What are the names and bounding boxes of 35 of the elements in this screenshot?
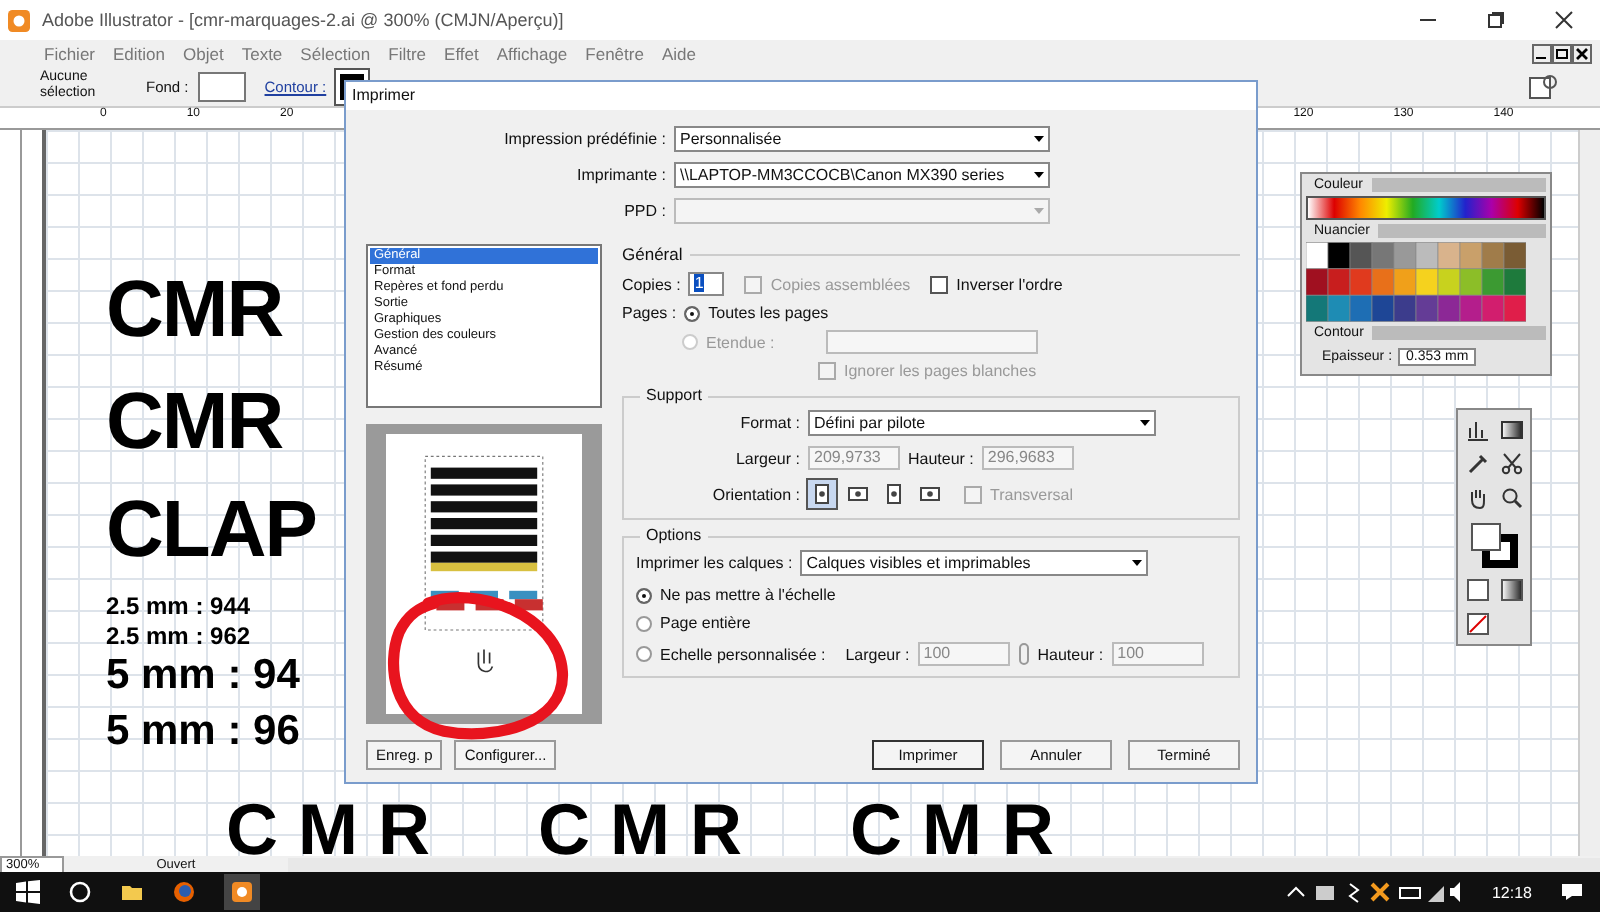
radio-label: Toutes les pages	[708, 304, 829, 322]
width-label: Largeur :	[845, 645, 910, 663]
section-title: Général	[622, 244, 683, 264]
radio-label: Ne pas mettre à l'échelle	[660, 586, 836, 604]
width-label: Largeur :	[733, 449, 800, 467]
height-label: Hauteur :	[1037, 645, 1104, 663]
radio-label: Page entière	[660, 614, 751, 632]
window-title: Adobe Illustrator - [cmr-marquages-2.ai @ 300% (CMJN/Aperçu)]	[42, 10, 564, 30]
radio-label: Etendue :	[706, 333, 777, 351]
pages-label: Pages :	[622, 304, 677, 322]
field-label: Impression prédéfinie :	[502, 130, 666, 148]
group-title: Support	[640, 386, 709, 404]
artboard-text: CMR	[106, 270, 283, 350]
group-title: Options	[640, 526, 708, 544]
height-label: Hauteur :	[908, 449, 974, 467]
checkbox-label: Ignorer les pages blanches	[844, 362, 1037, 380]
checkbox-label: Copies assemblées	[770, 275, 911, 293]
artboard-text: CLAP	[106, 490, 316, 570]
clock: 12:18	[1491, 883, 1532, 901]
artboard-text: 5 mm : 96	[106, 710, 300, 752]
artboard-text: 5 mm : 94	[106, 654, 300, 696]
checkbox-label: Inverser l'ordre	[956, 275, 1063, 293]
artboard-text: 2.5 mm : 944	[106, 594, 251, 618]
field-label: Imprimante :	[575, 166, 666, 184]
orientation-label: Orientation :	[710, 485, 800, 503]
radio-label: Echelle personnalisée :	[660, 645, 826, 663]
layers-label: Imprimer les calques :	[636, 554, 793, 572]
copies-label: Copies :	[622, 275, 681, 293]
format-label: Format :	[738, 414, 800, 432]
field-label: PPD :	[622, 202, 666, 220]
artboard-text: CMR CMR CMR	[226, 800, 1074, 856]
checkbox-label: Transversal	[990, 485, 1073, 503]
artboard-text: 2.5 mm : 962	[106, 624, 251, 648]
artboard-text: CMR	[106, 382, 283, 462]
dialog-title: Imprimer	[346, 82, 1256, 110]
